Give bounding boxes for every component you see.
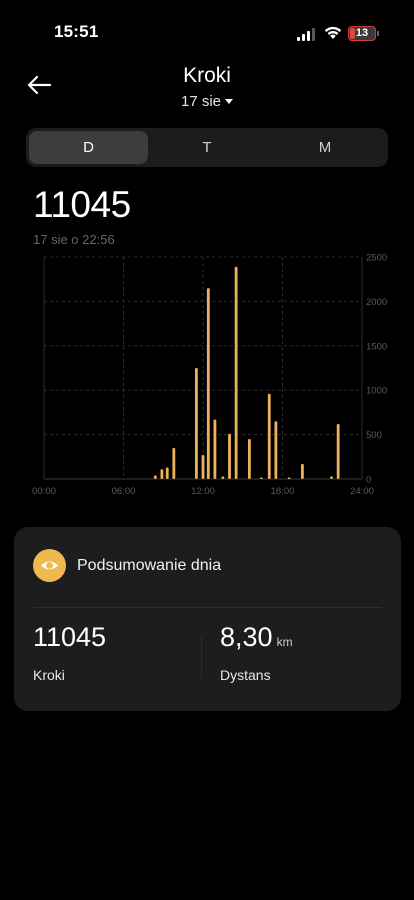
steps-total: 11045 xyxy=(33,184,131,225)
page-title: Kroki xyxy=(183,64,231,87)
chart-bar xyxy=(221,476,225,479)
battery-level: 13 xyxy=(355,27,369,39)
distance-value: 8,30 km xyxy=(220,622,293,653)
date-label: 17 sie xyxy=(180,93,222,110)
battery-tip xyxy=(377,31,379,36)
chart-bar xyxy=(160,469,164,479)
chart-bar xyxy=(287,477,291,479)
chart-bar xyxy=(213,419,217,479)
x-tick-label: 06:00 xyxy=(112,486,136,497)
steps-value: 11045 xyxy=(33,622,107,652)
date-selector[interactable]: 17 sie xyxy=(0,93,414,110)
chart-bar xyxy=(201,455,205,479)
y-tick-label: 2000 xyxy=(366,297,387,308)
tab-day[interactable]: D xyxy=(29,131,148,164)
chart-bar xyxy=(259,477,263,479)
chart-bar xyxy=(267,393,271,479)
x-tick-label: 18:00 xyxy=(271,486,295,497)
status-time: 15:51 xyxy=(54,22,99,41)
tab-month[interactable]: M xyxy=(265,131,385,164)
caret-down-icon xyxy=(225,98,234,104)
card-divider xyxy=(33,607,382,608)
eye-icon xyxy=(33,549,66,582)
chart-bar xyxy=(330,476,333,479)
chart-bar xyxy=(228,433,231,479)
steps-chart: 0 500 1000 1500 2000 2500 00:00 06:00 12:00 18:00… xyxy=(32,253,387,498)
chart-bar xyxy=(300,463,304,479)
chart-bar xyxy=(165,467,169,479)
chart-bar xyxy=(172,447,176,479)
x-tick-label: 00:00 xyxy=(32,486,56,497)
chart-bar xyxy=(247,439,251,479)
chart-bar xyxy=(194,368,198,479)
signal-bars-icon xyxy=(297,27,317,41)
stat-divider xyxy=(201,635,202,679)
chart-bar xyxy=(336,423,340,479)
y-tick-label: 1500 xyxy=(366,341,387,352)
distance-unit: km xyxy=(276,635,293,649)
tab-week[interactable]: T xyxy=(147,131,267,164)
day-summary-card[interactable]: Podsumowanie dnia 11045 Kroki 8,30 km Dys… xyxy=(14,527,401,711)
y-tick-label: 1000 xyxy=(366,386,387,397)
distance-number: 8,30 xyxy=(220,622,273,652)
chart-bar xyxy=(234,266,238,479)
distance-label: Dystans xyxy=(220,667,271,683)
steps-label: Kroki xyxy=(33,667,65,683)
wifi-icon xyxy=(324,26,342,39)
x-tick-label: 24:00 xyxy=(350,486,374,497)
y-tick-label: 2500 xyxy=(366,253,387,264)
x-tick-label: 12:00 xyxy=(191,486,215,497)
period-tabs: D T M xyxy=(26,128,388,167)
chart-bar xyxy=(206,288,210,479)
battery-indicator: 13 xyxy=(348,26,376,41)
day-summary-title: Podsumowanie dnia xyxy=(77,557,222,574)
chart-bar xyxy=(274,421,278,479)
chart-bar xyxy=(153,475,157,479)
y-tick-label: 500 xyxy=(366,430,382,441)
y-tick-label: 0 xyxy=(366,475,371,486)
